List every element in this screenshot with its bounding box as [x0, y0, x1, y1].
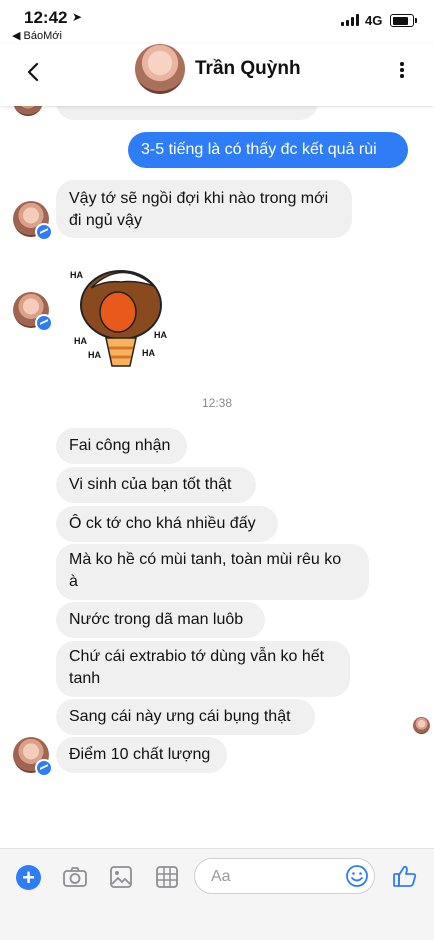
home-indicator-area — [0, 904, 434, 940]
message-bubble-outgoing[interactable]: 3-5 tiếng là có thấy đc kết quả rùi — [128, 132, 408, 168]
back-chevron-icon[interactable] — [20, 58, 48, 86]
message-bubble-incoming[interactable]: Điểm 10 chất lượng — [56, 737, 227, 773]
location-arrow-icon: ➤ — [72, 10, 83, 24]
sticker-grid-icon[interactable] — [153, 863, 181, 891]
conversation-header: Trần Quỳnh — [0, 44, 434, 106]
battery-icon — [390, 14, 417, 27]
message-bubble-incoming[interactable]: Mà ko hề có mùi tanh, toàn mùi rêu ko à — [56, 544, 369, 600]
message-text: Vi sinh của bạn tốt thật — [69, 476, 232, 493]
plus-icon[interactable]: + — [16, 865, 41, 890]
laughing-sticker[interactable]: HA HA HA HA HA — [66, 258, 184, 376]
photo-icon[interactable] — [107, 863, 135, 891]
emoji-icon[interactable] — [345, 864, 369, 888]
message-text: Sang cái này ưng cái bụng thật — [69, 708, 291, 725]
messenger-badge-icon — [35, 759, 53, 777]
sticker-text: HA — [88, 350, 101, 360]
message-bubble-incoming[interactable]: Vậy tớ sẽ ngồi đợi khi nào trong mới đi … — [56, 180, 352, 238]
message-bubble-incoming[interactable]: Ô ck tớ cho khá nhiều đấy — [56, 506, 278, 542]
signal-icon — [341, 14, 363, 26]
message-composer: + — [0, 848, 434, 905]
back-to-app-link[interactable]: ◀ BáoMới — [12, 29, 62, 42]
message-text: 3-5 tiếng là có thấy đc kết quả rùi — [141, 141, 377, 158]
thumbs-up-icon[interactable] — [392, 863, 418, 889]
message-text: tanh — [69, 670, 101, 687]
camera-icon[interactable] — [61, 863, 89, 891]
status-time: 12:42 — [24, 8, 68, 27]
timestamp: 12:38 — [201, 396, 233, 410]
message-bubble-incoming[interactable]: Fai công nhận — [56, 428, 187, 464]
message-bubble-incoming[interactable]: Sang cái này ưng cái bụng thật — [56, 699, 315, 735]
message-text: Ô ck tớ cho khá nhiều đấy — [69, 515, 256, 532]
message-bubble-incoming[interactable]: Vi sinh của bạn tốt thật — [56, 467, 256, 503]
message-text: Vậy tớ sẽ ngồi đợi khi nào trong mới — [69, 190, 329, 207]
message-text: Nước trong dã man luôb — [69, 611, 244, 628]
status-bar: 12:42 ➤ ◀ BáoMới 4G — [0, 0, 434, 44]
message-text: Mà ko hề có mùi tanh, toàn mùi rêu ko — [69, 551, 342, 568]
contact-name[interactable]: Trần Quỳnh — [195, 58, 301, 80]
more-vertical-icon[interactable] — [392, 56, 412, 84]
contact-avatar[interactable] — [135, 44, 185, 94]
sticker-text: HA — [142, 348, 155, 358]
messenger-badge-icon — [35, 314, 53, 332]
sticker-text: HA — [154, 330, 167, 340]
message-text: Điểm 10 chất lượng — [69, 746, 211, 763]
message-bubble-incoming[interactable]: Nước trong dã man luôb — [56, 602, 265, 638]
message-text: Fai công nhận — [69, 437, 171, 454]
sticker-text: HA — [74, 336, 87, 346]
message-bubble-incoming[interactable]: Chứ cái extrabio tớ dùng vẫn ko hết tanh — [56, 641, 350, 697]
seen-indicator-avatar — [413, 717, 430, 734]
sticker-text: HA — [70, 270, 83, 280]
message-text: Chứ cái extrabio tớ dùng vẫn ko hết — [69, 648, 325, 665]
message-input[interactable] — [209, 867, 333, 887]
message-text: đi ngủ vậy — [69, 212, 142, 229]
messenger-badge-icon — [35, 223, 53, 241]
network-type: 4G — [365, 13, 383, 28]
message-input-box[interactable] — [194, 858, 375, 894]
message-text: à — [69, 573, 78, 590]
